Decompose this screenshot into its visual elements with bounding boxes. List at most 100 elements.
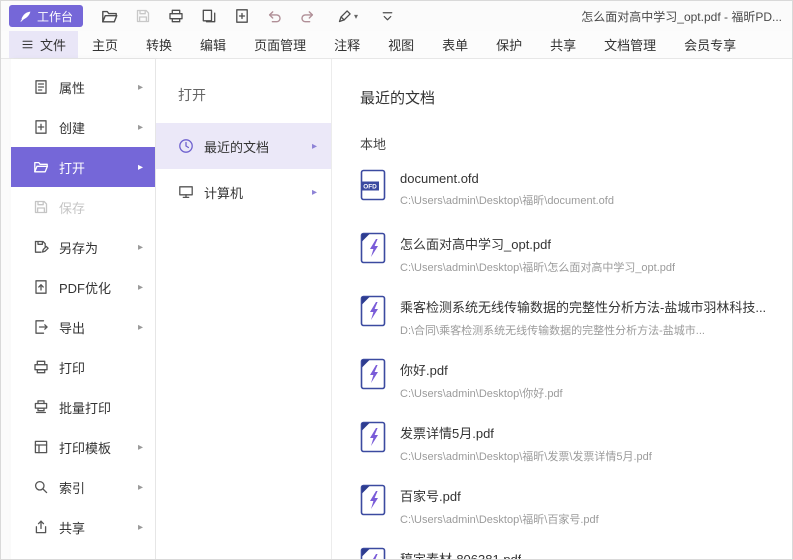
recent-file-row[interactable]: 发票详情5月.pdf C:\Users\admin\Desktop\福昕\发票\…: [360, 421, 776, 484]
open-file-button[interactable]: [96, 4, 123, 28]
file-path: C:\Users\admin\Desktop\福昕\发票\发票详情5月.pdf: [400, 448, 652, 464]
menu-tab-page-manage[interactable]: 页面管理: [240, 31, 320, 58]
file-menu-label: 另存为: [59, 238, 98, 257]
save-icon: [33, 199, 49, 215]
file-name: 百家号.pdf: [400, 486, 599, 505]
file-menu-item-open[interactable]: 打开 ▸: [11, 147, 155, 187]
pen-tool-button[interactable]: ▾: [334, 4, 361, 28]
file-menu-label: 打开: [59, 158, 85, 177]
menu-tab-doc-manage[interactable]: 文档管理: [590, 31, 670, 58]
submenu-arrow-icon: ▸: [138, 442, 143, 453]
background-strip: [1, 59, 11, 559]
recent-file-row[interactable]: 稿定素材-806381.pdf: [360, 547, 776, 559]
copy-document-button[interactable]: [195, 4, 222, 28]
submenu-arrow-icon: ▸: [138, 282, 143, 293]
menu-tab-member[interactable]: 会员专享: [670, 31, 750, 58]
copy-icon: [201, 8, 217, 24]
file-menu-item-save-as[interactable]: 另存为 ▸: [11, 227, 155, 267]
pdf-file-icon: [360, 484, 386, 516]
open-item-recent-docs[interactable]: 最近的文档 ▸: [156, 123, 331, 169]
pdf-file-icon: [360, 421, 386, 453]
batch-print-icon: [33, 399, 49, 415]
hamburger-icon: [21, 38, 34, 51]
recent-files-list: OFD document.ofd C:\Users\admin\Desktop\…: [360, 169, 776, 559]
file-menu-item-print[interactable]: 打印: [11, 347, 155, 387]
ofd-badge-text: OFD: [363, 183, 377, 190]
file-path: C:\Users\admin\Desktop\福昕\百家号.pdf: [400, 511, 599, 527]
recent-file-row[interactable]: 你好.pdf C:\Users\admin\Desktop\你好.pdf: [360, 358, 776, 421]
ofd-file-icon: OFD: [360, 169, 386, 201]
undo-button[interactable]: [261, 4, 288, 28]
share-icon: [33, 519, 49, 535]
quill-icon: [19, 10, 32, 23]
recent-docs-title: 最近的文档: [360, 87, 776, 108]
properties-icon: [33, 79, 49, 95]
new-document-button[interactable]: [228, 4, 255, 28]
file-menu-item-properties[interactable]: 属性 ▸: [11, 67, 155, 107]
recent-file-row[interactable]: 百家号.pdf C:\Users\admin\Desktop\福昕\百家号.pd…: [360, 484, 776, 547]
open-icon: [33, 159, 49, 175]
file-name: 怎么面对高中学习_opt.pdf: [400, 234, 675, 253]
pen-tool-caret-icon: ▾: [354, 12, 358, 21]
menu-tab-form[interactable]: 表单: [428, 31, 482, 58]
file-menu-item-export[interactable]: 导出 ▸: [11, 307, 155, 347]
file-menu-label: 导出: [59, 318, 85, 337]
file-menu-panel: 属性 ▸ 创建 ▸ 打开 ▸ 保存: [11, 59, 156, 559]
file-menu-item-share[interactable]: 共享 ▸: [11, 507, 155, 547]
redo-icon: [299, 8, 316, 25]
toolbar-expand-button[interactable]: [374, 4, 401, 28]
menu-file-button[interactable]: 文件: [9, 31, 78, 58]
print-button[interactable]: [162, 4, 189, 28]
save-as-icon: [33, 239, 49, 255]
file-name: document.ofd: [400, 171, 614, 186]
file-menu-label: 打印: [59, 358, 85, 377]
file-menu-item-pdf-optimize[interactable]: PDF优化 ▸: [11, 267, 155, 307]
workspace-button[interactable]: 工作台: [9, 5, 83, 27]
file-menu-item-index[interactable]: 索引 ▸: [11, 467, 155, 507]
titlebar: 工作台: [1, 1, 792, 31]
submenu-arrow-icon: ▸: [138, 162, 143, 173]
menu-tab-edit[interactable]: 编辑: [186, 31, 240, 58]
print-template-icon: [33, 439, 49, 455]
document-title: 怎么面对高中学习_opt.pdf - 福昕PD...: [581, 8, 782, 25]
pdf-file-icon: [360, 232, 386, 264]
recent-file-row[interactable]: 乘客检测系统无线传输数据的完整性分析方法-盐城市羽林科技... D:\合同\乘客…: [360, 295, 776, 358]
submenu-arrow-icon: ▸: [138, 82, 143, 93]
menu-tab-share[interactable]: 共享: [536, 31, 590, 58]
menu-tab-comment[interactable]: 注释: [320, 31, 374, 58]
file-menu-item-print-template[interactable]: 打印模板 ▸: [11, 427, 155, 467]
print-icon: [33, 359, 49, 375]
local-section-label: 本地: [360, 134, 776, 153]
menu-tab-protect[interactable]: 保护: [482, 31, 536, 58]
file-menu-label: PDF优化: [59, 278, 111, 297]
file-menu-label: 索引: [59, 478, 85, 497]
submenu-arrow-icon: ▸: [138, 522, 143, 533]
open-item-label: 最近的文档: [204, 137, 269, 156]
pdf-file-icon: [360, 358, 386, 390]
recent-file-row[interactable]: OFD document.ofd C:\Users\admin\Desktop\…: [360, 169, 776, 232]
file-menu-label: 创建: [59, 118, 85, 137]
save-button[interactable]: [129, 4, 156, 28]
menu-tab-view[interactable]: 视图: [374, 31, 428, 58]
pen-tool-icon: [337, 8, 353, 24]
redo-button[interactable]: [294, 4, 321, 28]
printer-icon: [168, 8, 184, 24]
recent-documents-pane: 最近的文档 本地 OFD document.ofd C:\Users\admin…: [332, 59, 792, 559]
open-item-computer[interactable]: 计算机 ▸: [156, 169, 331, 215]
recent-file-row[interactable]: 怎么面对高中学习_opt.pdf C:\Users\admin\Desktop\…: [360, 232, 776, 295]
file-menu-item-save[interactable]: 保存: [11, 187, 155, 227]
submenu-arrow-icon: ▸: [312, 187, 317, 198]
save-icon: [135, 8, 151, 24]
menubar: 文件 主页 转换 编辑 页面管理 注释 视图 表单 保护 共享 文档管理 会员专…: [1, 31, 792, 59]
menu-tab-convert[interactable]: 转换: [132, 31, 186, 58]
file-menu-item-create[interactable]: 创建 ▸: [11, 107, 155, 147]
file-menu-label: 打印模板: [59, 438, 111, 457]
submenu-arrow-icon: ▸: [138, 322, 143, 333]
pdf-file-icon: [360, 295, 386, 327]
folder-open-icon: [101, 8, 118, 25]
doc-plus-icon: [234, 8, 250, 24]
app-window: 工作台: [0, 0, 793, 560]
file-menu-item-batch-print[interactable]: 批量打印: [11, 387, 155, 427]
submenu-arrow-icon: ▸: [138, 242, 143, 253]
menu-tab-home[interactable]: 主页: [78, 31, 132, 58]
